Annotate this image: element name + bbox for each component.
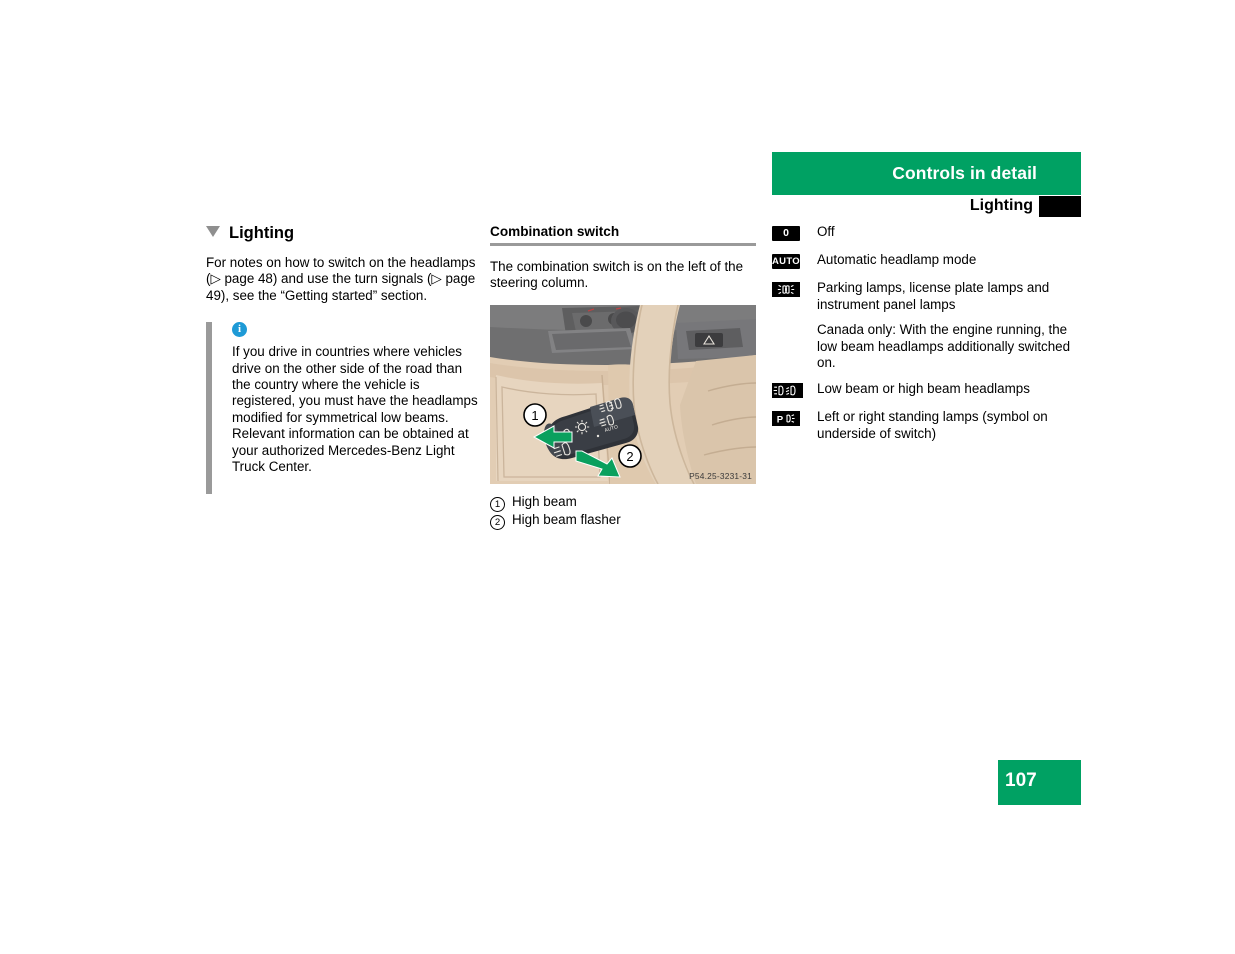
page-number-box: 107 (998, 760, 1081, 805)
figure-legend-item-2: 2 High beam flasher (490, 511, 756, 530)
symbol-row-standing: P Left or right standing lamps (symbol o… (772, 409, 1072, 442)
parking-lamp-icon (772, 282, 800, 298)
combination-switch-paragraph: The combination switch is on the left of… (490, 259, 744, 291)
header-band-title: Controls in detail (892, 163, 1037, 183)
combination-switch-figure: AUTO 1 2 P54.25-3231-31 (490, 304, 756, 484)
symbol-row-canada-note: Canada only: With the engine running, th… (772, 322, 1072, 372)
figure-reference-code: P54.25-3231-31 (689, 470, 752, 481)
symbol-label-parking: Parking lamps, license plate lamps and i… (817, 280, 1050, 312)
svg-text:2: 2 (626, 449, 633, 464)
left-column: Lighting For notes on how to switch on t… (206, 224, 478, 495)
combination-switch-illustration: AUTO 1 2 (490, 304, 756, 484)
symbol-cell-parking (772, 280, 817, 299)
symbol-label-beam: Low beam or high beam headlamps (817, 380, 1030, 396)
symbol-row-parking: Parking lamps, license plate lamps and i… (772, 280, 1072, 313)
symbol-cell-off: 0 (772, 224, 817, 243)
legend-label-1: High beam (512, 493, 577, 509)
symbol-cell-empty (772, 322, 817, 323)
combination-switch-heading: Combination switch (490, 224, 620, 239)
symbol-label-off: Off (817, 224, 835, 239)
symbol-cell-beam (772, 381, 817, 400)
heading-rule (490, 243, 756, 246)
info-note: i If you drive in countries where vehicl… (206, 322, 478, 495)
zero-position-icon: 0 (772, 226, 800, 242)
svg-text:1: 1 (531, 408, 538, 423)
page-number: 107 (1005, 770, 1037, 791)
symbol-label-auto: Automatic headlamp mode (817, 252, 977, 267)
header-subtitle-row: Lighting (772, 196, 1081, 220)
section-heading-label: Lighting (229, 224, 295, 242)
info-icon: i (232, 322, 247, 338)
symbol-cell-standing: P (772, 409, 817, 428)
symbol-label-standing: Left or right standing lamps (symbol on … (817, 408, 1048, 441)
symbol-cell-auto: AUTO (772, 252, 817, 271)
symbol-row-auto: AUTO Automatic headlamp mode (772, 252, 1072, 271)
triangle-bullet-icon (206, 226, 220, 237)
section-heading-lighting: Lighting (206, 224, 478, 243)
figure-legend-item-1: 1 High beam (490, 493, 756, 512)
symbol-label-canada-note: Canada only: With the engine running, th… (817, 322, 1071, 371)
low-high-beam-icon (772, 383, 803, 399)
auto-headlamp-icon: AUTO (772, 254, 800, 270)
info-note-bar (206, 322, 212, 495)
info-note-text: If you drive in countries where vehicles… (232, 344, 478, 475)
svg-text:P: P (777, 415, 784, 426)
symbol-row-beam: Low beam or high beam headlamps (772, 381, 1072, 400)
legend-label-2: High beam flasher (512, 511, 621, 527)
symbol-row-off: 0 Off (772, 224, 1072, 243)
legend-number-1: 1 (490, 496, 505, 512)
middle-column: Combination switch The combination switc… (490, 224, 756, 530)
chapter-tab-marker (1039, 196, 1081, 217)
figure-legend: 1 High beam 2 High beam flasher (490, 493, 756, 530)
right-column: 0 Off AUTO Automatic headlamp mode Parki… (772, 224, 1072, 451)
header-subtitle: Lighting (969, 197, 1033, 214)
legend-number-2: 2 (490, 514, 505, 530)
header-band: Controls in detail (772, 152, 1081, 195)
lighting-intro-paragraph: For notes on how to switch on the headla… (206, 255, 476, 303)
standing-lamp-icon: P (772, 411, 800, 427)
